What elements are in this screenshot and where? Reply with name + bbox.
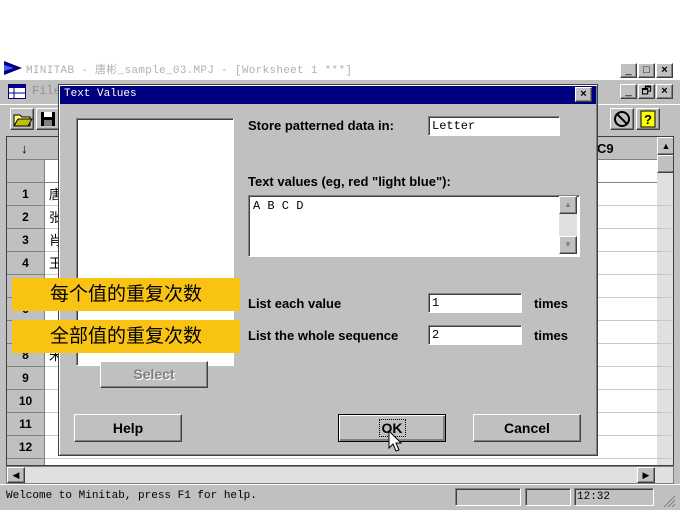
row-header[interactable]: 4 — [7, 252, 45, 275]
doc-minimize-button[interactable]: _ — [620, 84, 637, 99]
dialog-title-bar[interactable] — [60, 86, 596, 104]
row-header[interactable]: 3 — [7, 229, 45, 252]
dialog-close-button[interactable]: × — [575, 87, 592, 102]
cancel-button[interactable]: Cancel — [473, 414, 581, 442]
scroll-up-arrow-icon[interactable]: ▲ — [657, 137, 673, 155]
textarea-scrollbar[interactable]: ▲ ▼ — [559, 196, 577, 254]
store-label: Store patterned data in: — [248, 118, 394, 133]
list-each-label: List each value — [248, 296, 342, 311]
mouse-cursor-icon — [388, 429, 404, 454]
scroll-left-arrow-icon[interactable]: ◀ — [7, 467, 25, 483]
status-panel-1 — [455, 488, 521, 506]
help-icon[interactable]: ? — [636, 108, 660, 130]
column-header-c9[interactable]: C9 — [597, 141, 614, 156]
store-input[interactable] — [428, 116, 560, 136]
svg-text:?: ? — [644, 112, 652, 127]
save-icon[interactable] — [36, 108, 60, 130]
app-title: MINITAB - 唐彬_sample_03.MPJ - [Worksheet … — [26, 65, 353, 77]
textarea-scroll-up-icon[interactable]: ▲ — [559, 196, 577, 214]
doc-restore-button[interactable]: 🗗 — [638, 84, 655, 99]
help-button[interactable]: Help — [74, 414, 182, 442]
text-values-content: A B C D — [253, 199, 304, 213]
select-button[interactable]: Select — [100, 361, 208, 388]
status-message: Welcome to Minitab, press F1 for help. — [6, 490, 257, 502]
row-header[interactable]: 1 — [7, 183, 45, 206]
row-header[interactable]: 13 — [7, 459, 45, 465]
doc-close-button[interactable]: × — [656, 84, 673, 99]
list-whole-unit: times — [534, 328, 568, 343]
open-file-icon[interactable] — [10, 108, 34, 130]
close-button[interactable]: × — [656, 63, 673, 78]
list-whole-input[interactable] — [428, 325, 522, 345]
menu-file[interactable]: File — [32, 84, 61, 98]
minimize-button[interactable]: _ — [620, 63, 637, 78]
horizontal-scrollbar[interactable]: ◀ ▶ — [6, 466, 674, 484]
minitab-logo-icon — [4, 61, 22, 76]
status-panel-2 — [525, 488, 571, 506]
vertical-scrollbar[interactable]: ▲ — [657, 137, 673, 465]
cancel-icon[interactable] — [610, 108, 634, 130]
dialog-title: Text Values — [64, 88, 137, 100]
row-header[interactable]: 10 — [7, 390, 45, 413]
scroll-thumb[interactable] — [657, 155, 673, 173]
list-each-unit: times — [534, 296, 568, 311]
textarea-scroll-down-icon[interactable]: ▼ — [559, 236, 577, 254]
resize-grip-icon[interactable] — [660, 492, 676, 508]
list-each-input[interactable] — [428, 293, 522, 313]
maximize-button[interactable]: □ — [638, 63, 655, 78]
annotation-each-value: 每个值的重复次数 — [12, 278, 240, 311]
text-values-textarea[interactable]: A B C D ▲ ▼ — [248, 195, 580, 257]
row-header[interactable]: 2 — [7, 206, 45, 229]
column-arrow-header[interactable]: ↓ — [21, 141, 28, 156]
list-whole-label: List the whole sequence — [248, 328, 399, 343]
row-header[interactable]: 11 — [7, 413, 45, 436]
text-values-label: Text values (eg, red "light blue"): — [248, 174, 451, 189]
annotation-whole-sequence: 全部值的重复次数 — [12, 320, 240, 353]
scroll-right-arrow-icon[interactable]: ▶ — [637, 467, 655, 483]
worksheet-icon — [8, 84, 26, 99]
row-header[interactable]: 9 — [7, 367, 45, 390]
row-header[interactable]: 12 — [7, 436, 45, 459]
status-time: 12:32 — [574, 488, 654, 506]
grid-line — [45, 458, 673, 459]
